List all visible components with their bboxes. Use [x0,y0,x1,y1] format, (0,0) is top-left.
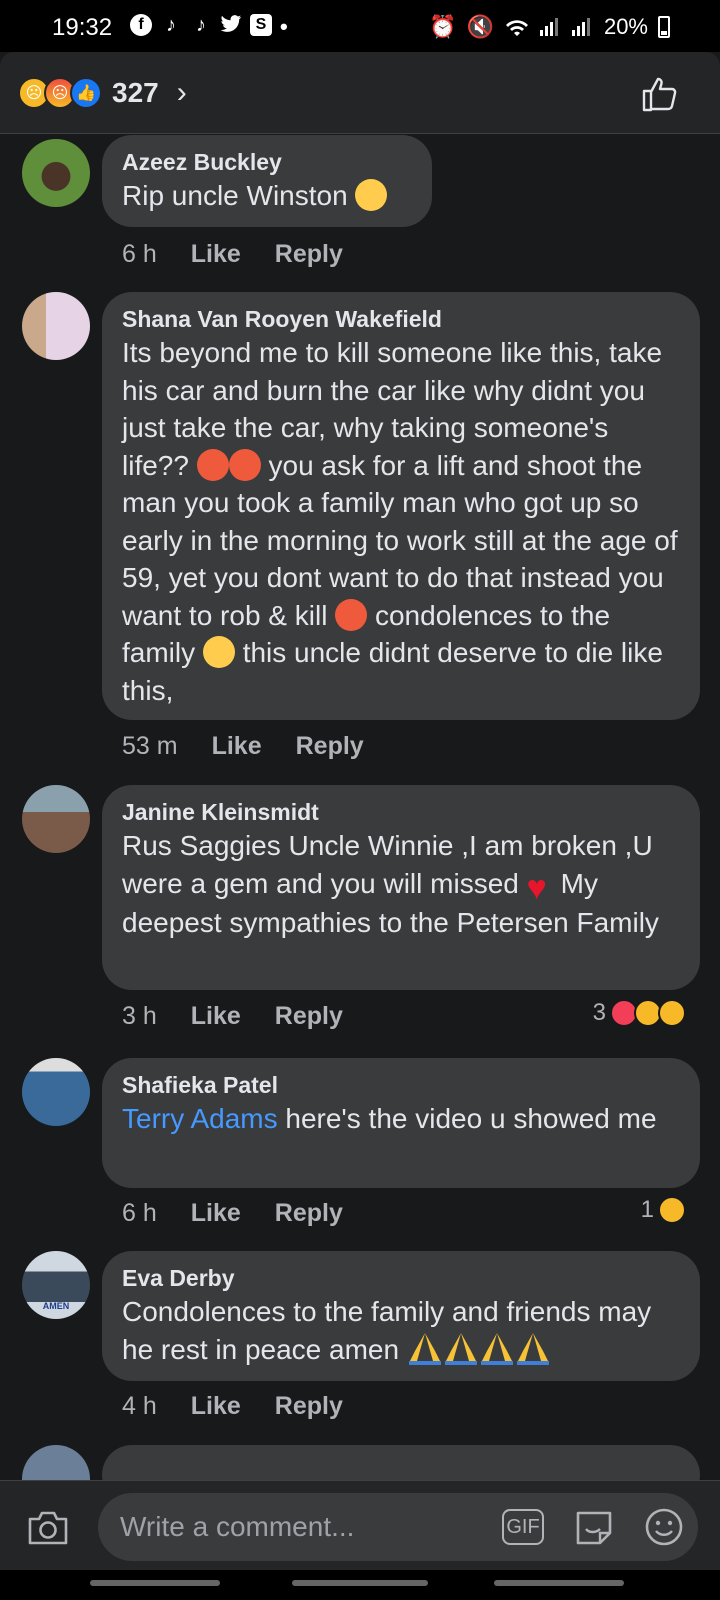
praying-hands-emoji-icon [408,1332,441,1365]
reply-button[interactable]: Reply [275,240,343,269]
alarm-icon: ⏰ [429,14,457,39]
avatar[interactable] [22,292,90,360]
s-app-icon: S [250,14,272,36]
comment-author[interactable]: Azeez Buckley [122,147,412,177]
comment-bubble: Shana Van Rooyen Wakefield Its beyond me… [102,292,700,720]
sticker-button[interactable] [572,1507,616,1547]
like-button[interactable]: Like [191,240,241,269]
avatar[interactable]: AMEN [22,1251,90,1319]
comment-author[interactable]: Shafieka Patel [122,1070,680,1100]
avatar-caption: AMEN [42,1301,70,1311]
like-post-button[interactable] [640,74,680,114]
comment-actions: 53 m Like Reply [122,732,364,761]
comment-actions: 4 h Like Reply [122,1392,343,1421]
like-button[interactable]: Like [191,1392,241,1421]
notification-icons: f ♪ ♪ S • [130,14,288,40]
comment-time: 4 h [122,1392,157,1420]
comment-bubble: Shafieka Patel Terry Adams here's the vi… [102,1058,700,1188]
comment-reactions[interactable]: 1 [641,1196,686,1224]
avatar[interactable] [22,1058,90,1126]
comments-list: Azeez Buckley Rip uncle Winston 6 h Like… [0,135,720,1480]
praying-hands-emoji-icon [480,1332,513,1365]
comment-reaction-count: 3 [592,999,606,1026]
angry-emoji-icon [335,598,368,631]
comment-composer: GIF [0,1480,720,1570]
comment-text: Its beyond me to kill someone like this,… [122,337,678,706]
reactions-summary[interactable]: ☹ ☹ 👍 327 › [18,76,187,110]
red-heart-emoji-icon: ♥ [526,868,547,907]
reply-button[interactable]: Reply [275,1392,343,1421]
comment-actions: 6 h Like Reply [122,1199,343,1228]
reply-button[interactable]: Reply [275,1002,343,1031]
status-bar: 19:32 f ♪ ♪ S • ⏰ 🔇 20% [0,0,720,52]
comment-actions: 3 h Like Reply [122,1002,343,1031]
avatar[interactable] [22,139,90,207]
angry-emoji-icon [228,448,261,481]
like-button[interactable]: Like [212,732,262,761]
wifi-icon [505,20,528,36]
comment-reactions[interactable]: 3 [593,999,686,1027]
comment-text: Rus Saggies Uncle Winnie ,I am broken ,U… [122,830,659,938]
praying-hands-emoji-icon [444,1332,477,1365]
nav-back-button[interactable] [494,1580,624,1586]
comment-text: Rip uncle Winston [122,177,412,215]
angry-emoji-icon [196,448,229,481]
nav-home-button[interactable] [292,1580,428,1586]
battery-percent: 20% [603,14,648,39]
comment-time: 3 h [122,1002,157,1030]
notification-dot: • [280,14,288,39]
comment-bubble: Eva Derby Condolences to the family and … [102,1251,700,1381]
comment-bubble: Azeez Buckley Rip uncle Winston [102,135,432,227]
reply-button[interactable]: Reply [275,1199,343,1228]
like-button[interactable]: Like [191,1199,241,1228]
nav-recents-button[interactable] [90,1580,220,1586]
mention-link[interactable]: Terry Adams [122,1103,278,1134]
comment-text: Condolences to the family and friends ma… [122,1296,652,1365]
camera-button[interactable] [26,1507,70,1547]
reactions-header: ☹ ☹ 👍 327 › [0,52,720,134]
status-time: 19:32 [52,14,113,41]
twitter-icon [220,14,242,36]
praying-hands-emoji-icon [516,1332,549,1365]
comment-time: 53 m [122,732,178,760]
signal-icon [571,18,590,36]
chevron-right-icon: › [176,76,187,109]
comment-bubble: Janine Kleinsmidt Rus Saggies Uncle Winn… [102,785,700,990]
battery-icon [658,16,670,38]
comment-bubble [102,1445,700,1480]
like-reaction-icon: 👍 [70,77,102,109]
like-button[interactable]: Like [191,1002,241,1031]
signal-icon [539,18,558,36]
gif-button[interactable]: GIF [502,1509,544,1545]
reply-button[interactable]: Reply [296,732,364,761]
disappointed-emoji-icon [355,179,388,211]
system-status: ⏰ 🔇 20% [429,14,670,40]
tiktok-icon: ♪ [196,14,206,36]
mute-icon: 🔇 [466,14,494,39]
comment-text: Terry Adams here's the video u showed me [122,1103,657,1134]
sad-reaction-icon [658,999,686,1027]
avatar[interactable] [22,785,90,853]
comment-time: 6 h [122,1199,157,1227]
comment-author[interactable]: Janine Kleinsmidt [122,797,680,827]
comment-reaction-count: 1 [640,1196,654,1223]
comment-author[interactable]: Eva Derby [122,1263,680,1293]
avatar[interactable] [22,1445,90,1480]
facebook-icon: f [130,14,152,36]
comment-time: 6 h [122,240,157,268]
sad-emoji-icon [202,636,235,668]
comment-author[interactable]: Shana Van Rooyen Wakefield [122,304,680,334]
tiktok-icon: ♪ [166,14,176,36]
reaction-count: 327 [112,77,159,108]
system-navigation-bar [0,1570,720,1600]
sad-reaction-icon [658,1196,686,1224]
comment-actions: 6 h Like Reply [122,240,343,269]
emoji-button[interactable] [644,1507,684,1547]
